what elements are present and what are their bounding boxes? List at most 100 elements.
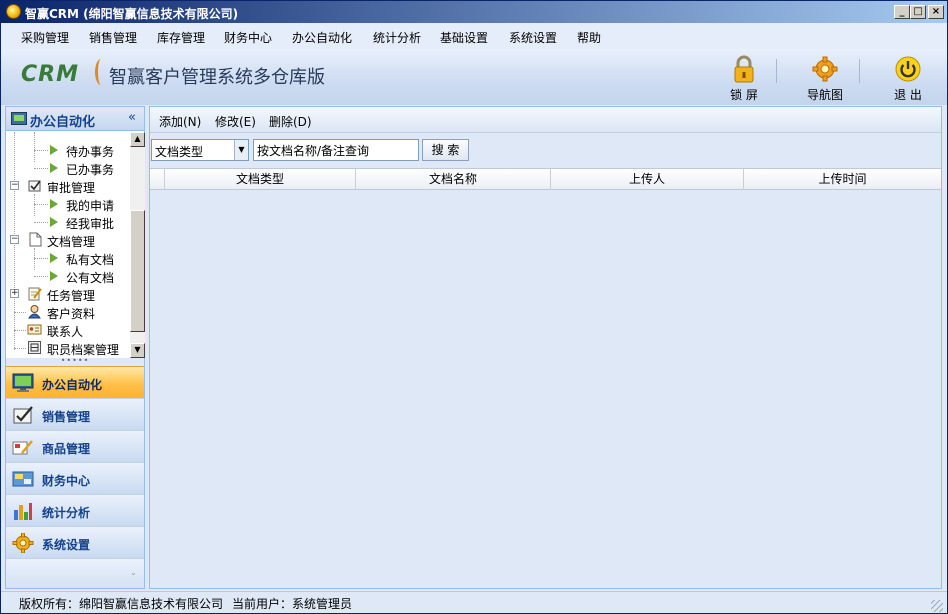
collapse-sidebar-button[interactable]: « [128,110,136,125]
arrow-right-icon [50,271,58,281]
crm-logo: CRM [21,62,79,87]
nav-goods[interactable]: 商品管理 [6,430,144,462]
goods-icon [12,440,33,455]
grid-header: 文档类型 文档名称 上传人 上传时间 [150,168,941,190]
approval-icon [28,180,41,192]
nav-label: 系统设置 [42,538,91,552]
task-icon [28,287,42,301]
menu-purchase[interactable]: 采购管理 [21,29,69,46]
menu-statistics[interactable]: 统计分析 [373,29,421,46]
nav-statistics[interactable]: 统计分析 [6,494,144,526]
status-bar: 版权所有：绵阳智赢信息技术有限公司 当前用户：系统管理员 [1,591,947,613]
exit-button[interactable]: 退 出 [878,53,938,103]
tree-item-my-applications[interactable]: 我的申请 [6,195,130,213]
close-button[interactable]: × [928,5,944,19]
sidebar-splitter[interactable]: ••••• [6,357,144,366]
menu-help[interactable]: 帮助 [577,29,601,46]
expand-node-icon[interactable]: + [10,289,19,298]
menu-office-automation[interactable]: 办公自动化 [292,29,352,46]
collapse-node-icon[interactable]: − [10,181,19,190]
title-bar[interactable]: 智赢CRM (绵阳智赢信息技术有限公司) _ □ × [1,1,947,23]
scroll-thumb[interactable] [130,210,145,332]
tree-item-approved-by-me[interactable]: 经我审批 [6,213,130,231]
navigation-map-label: 导航图 [806,88,843,102]
bar-chart-icon [14,503,32,520]
tree-item-todo[interactable]: 待办事务 [6,141,130,159]
arrow-right-icon [50,163,58,173]
app-window: 智赢CRM (绵阳智赢信息技术有限公司) _ □ × 采购管理 销售管理 库存管… [0,0,948,614]
lock-screen-label: 锁 屏 [730,88,758,102]
arrow-right-icon [50,145,58,155]
menu-finance[interactable]: 财务中心 [224,29,272,46]
exit-label: 退 出 [894,88,922,102]
chevron-down-icon[interactable]: ⌄ [130,568,137,577]
add-button[interactable]: 添加(N) [159,113,201,130]
nav-finance[interactable]: 财务中心 [6,462,144,494]
nav-label: 统计分析 [42,506,91,520]
document-icon [29,232,42,247]
lock-screen-button[interactable]: 锁 屏 [714,53,774,103]
column-header-upload-time[interactable]: 上传时间 [744,169,941,190]
menu-bar: 采购管理 销售管理 库存管理 财务中心 办公自动化 统计分析 基础设置 系统设置… [1,23,947,49]
window-title: 智赢CRM (绵阳智赢信息技术有限公司) [25,7,239,21]
delete-button[interactable]: 删除(D) [269,113,312,130]
search-input[interactable] [253,139,419,161]
sidebar-header: 办公自动化 « [6,107,144,131]
grid-row-number-header [150,169,165,190]
collapse-node-icon[interactable]: − [10,235,19,244]
tree-item-tasks[interactable]: + 任务管理 [6,285,130,303]
logo-swoosh-icon [95,59,107,85]
menu-basic-settings[interactable]: 基础设置 [440,29,488,46]
maximize-button[interactable]: □ [910,5,926,19]
tree-item-approval[interactable]: − 审批管理 [6,177,130,195]
product-name: 智赢客户管理系统多仓库版 [109,67,325,88]
menu-sales[interactable]: 销售管理 [89,29,137,46]
nav-sales[interactable]: 销售管理 [6,398,144,430]
current-user-text: 当前用户：系统管理员 [232,597,353,611]
nav-office-automation[interactable]: 办公自动化 [6,366,144,398]
documents-grid: 文档类型 文档名称 上传人 上传时间 [150,168,941,588]
monitor-icon [12,373,34,392]
tree-item-public-docs[interactable]: 公有文档 [6,267,130,285]
toolbar-divider [859,59,860,83]
chevron-down-icon[interactable]: ▼ [234,140,248,160]
toolbar-divider [776,59,777,83]
finance-icon [12,471,34,487]
column-header-uploader[interactable]: 上传人 [551,169,744,190]
nav-label: 商品管理 [42,442,91,456]
tree-scrollbar[interactable]: ▲ ▼ [130,132,145,358]
tree-item-done[interactable]: 已办事务 [6,159,130,177]
main-panel: 添加(N) 修改(E) 删除(D) 文档类型 ▼ 搜 索 文档类型 文档名称 上… [149,106,942,589]
tree-item-staff-files[interactable]: 职员档案管理 [6,339,130,357]
menu-system-settings[interactable]: 系统设置 [509,29,557,46]
nav-label: 财务中心 [42,474,91,488]
monitor-icon [11,112,27,125]
power-icon [895,56,921,82]
edit-button[interactable]: 修改(E) [215,113,256,130]
arrow-right-icon [50,199,58,209]
nav-system-settings[interactable]: 系统设置 [6,526,144,558]
staff-file-icon [28,341,41,354]
action-toolbar: 添加(N) 修改(E) 删除(D) [150,107,941,133]
document-type-select[interactable]: 文档类型 ▼ [151,139,249,161]
copyright-text: 版权所有：绵阳智赢信息技术有限公司 [19,597,224,611]
navigation-map-button[interactable]: 导航图 [795,53,855,103]
scroll-down-button[interactable]: ▼ [130,343,145,358]
column-header-doc-type[interactable]: 文档类型 [165,169,356,190]
filter-bar: 文档类型 ▼ 搜 索 [150,134,941,166]
settings-gear-icon [12,533,34,553]
menu-inventory[interactable]: 库存管理 [157,29,205,46]
gear-icon [812,56,838,82]
sidebar: 办公自动化 « 待办事务 已办事务 − 审批管理 我的申请 经我审批 − 文档管… [5,106,145,589]
scroll-up-button[interactable]: ▲ [130,132,145,147]
navigation-tree: 待办事务 已办事务 − 审批管理 我的申请 经我审批 − 文档管理 私有文档 公… [6,132,130,358]
tree-item-contacts[interactable]: 联系人 [6,321,130,339]
sales-check-icon [13,406,33,424]
search-button[interactable]: 搜 索 [422,139,469,161]
resize-grip[interactable] [931,600,943,612]
tree-item-customers[interactable]: 客户资料 [6,303,130,321]
tree-item-private-docs[interactable]: 私有文档 [6,249,130,267]
column-header-doc-name[interactable]: 文档名称 [356,169,551,190]
minimize-button[interactable]: _ [894,5,910,19]
tree-item-documents[interactable]: − 文档管理 [6,231,130,249]
